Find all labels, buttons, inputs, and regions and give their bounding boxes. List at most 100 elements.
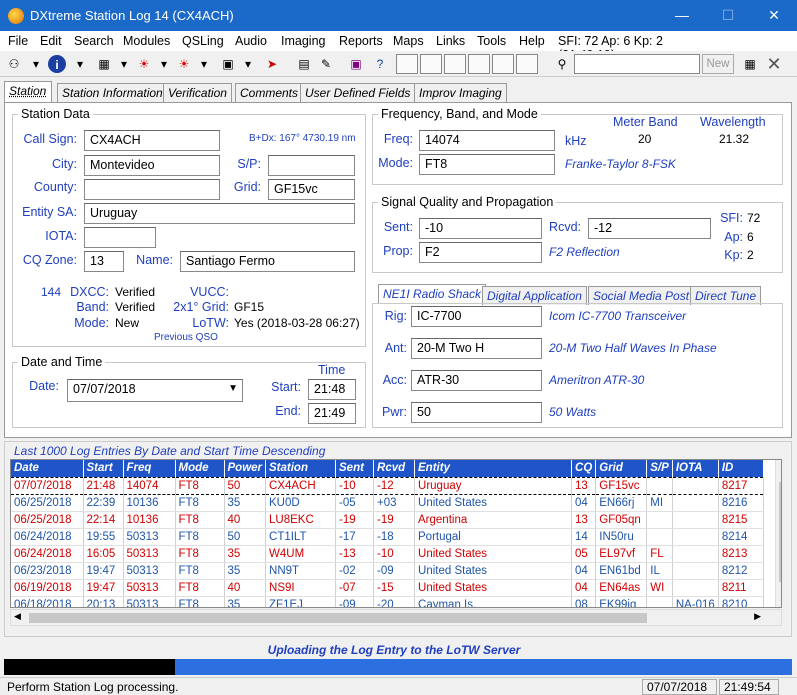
acc-input[interactable]: ATR-30	[411, 370, 542, 391]
grid-input[interactable]: GF15vc	[268, 179, 355, 200]
cq-zone-input[interactable]: 13	[84, 251, 124, 272]
nav-last-icon[interactable]	[468, 54, 490, 74]
col-date[interactable]: Date	[11, 460, 84, 477]
dropdown-arrow-icon[interactable]: ▾	[154, 54, 174, 74]
nav-pause-icon[interactable]	[492, 54, 514, 74]
log-horizontal-scrollbar[interactable]: ◀ ▶	[10, 609, 782, 626]
name-input[interactable]: Santiago Fermo	[180, 251, 355, 272]
tab-station[interactable]: Station	[4, 81, 52, 102]
end-time-input[interactable]: 21:49	[308, 403, 356, 424]
nav-next-icon[interactable]	[444, 54, 466, 74]
menu-maps[interactable]: Maps	[393, 34, 424, 48]
dropdown-arrow-icon[interactable]: ▾	[26, 54, 46, 74]
sp-input[interactable]	[268, 155, 355, 176]
close-button[interactable]: ✕	[751, 0, 797, 31]
tab-station-information[interactable]: Station Information	[57, 83, 168, 102]
rig-input[interactable]: IC-7700	[411, 306, 542, 327]
col-cq[interactable]: CQ	[571, 460, 597, 477]
mode-input[interactable]: FT8	[419, 154, 555, 175]
menu-tools[interactable]: Tools	[477, 34, 506, 48]
note-icon[interactable]: ✎	[316, 54, 336, 74]
ant-input[interactable]: 20-M Two H	[411, 338, 542, 359]
menu-imaging[interactable]: Imaging	[281, 34, 325, 48]
sent-input[interactable]: -10	[419, 218, 542, 239]
menu-audio[interactable]: Audio	[235, 34, 267, 48]
sun-alt-icon[interactable]: ☀	[174, 54, 194, 74]
city-input[interactable]: Montevideo	[84, 155, 220, 176]
tab-comments[interactable]: Comments	[235, 83, 304, 102]
col-sent[interactable]: Sent	[335, 460, 375, 477]
menu-links[interactable]: Links	[436, 34, 465, 48]
start-time-input[interactable]: 21:48	[308, 379, 356, 400]
close-record-icon[interactable]: ✕	[764, 54, 784, 74]
col-rcvd[interactable]: Rcvd	[373, 460, 416, 477]
col-grid[interactable]: Grid	[595, 460, 648, 477]
menu-modules[interactable]: Modules	[123, 34, 170, 48]
entity-input[interactable]: Uruguay	[84, 203, 355, 224]
minimize-button[interactable]: —	[659, 0, 705, 31]
maximize-button[interactable]: ☐	[705, 0, 751, 31]
previous-qso-link[interactable]: Previous QSO	[154, 332, 218, 343]
scroll-thumb[interactable]	[779, 482, 781, 582]
table-row[interactable]: 06/25/2018 22:14 10136 FT8 40 LU8EKC -19 -19 Arg…	[11, 511, 764, 529]
scroll-left-icon[interactable]: ◀	[14, 611, 21, 622]
prop-input[interactable]: F2	[419, 242, 542, 263]
col-power[interactable]: Power	[224, 460, 267, 477]
table-row[interactable]: 07/07/2018 21:48 14074 FT8 50 CX4ACH -10 -12 Uru…	[11, 476, 764, 495]
binoculars-icon[interactable]: ⚇	[4, 54, 24, 74]
help-icon[interactable]: ?	[370, 54, 390, 74]
menu-qsling[interactable]: QSLing	[182, 34, 224, 48]
book-icon[interactable]: ▣	[346, 54, 366, 74]
col-entity[interactable]: Entity	[414, 460, 573, 477]
iota-input[interactable]	[84, 227, 156, 248]
scroll-down-icon[interactable]: ▼	[779, 598, 781, 607]
search-input[interactable]	[574, 54, 700, 74]
table-row[interactable]: 06/25/2018 22:39 10136 FT8 35 KU0D -05 +03 Unite…	[11, 494, 764, 512]
table-row[interactable]: 06/18/2018 20:13 50313 FT8 35 ZF1EJ -09 -20 Caym…	[11, 596, 764, 607]
date-select[interactable]: 07/07/2018 ▼	[67, 379, 243, 402]
nav-first-icon[interactable]	[396, 54, 418, 74]
tab-verification[interactable]: Verification	[163, 83, 232, 102]
log-vertical-scrollbar[interactable]: ▲ ▼	[775, 460, 781, 607]
tab-improv-imaging[interactable]: Improv Imaging	[414, 83, 507, 102]
col-freq[interactable]: Freq	[123, 460, 176, 477]
scroll-right-icon[interactable]: ▶	[754, 611, 761, 622]
dropdown-arrow-icon[interactable]: ▾	[114, 54, 134, 74]
dropdown-arrow-icon[interactable]: ▾	[194, 54, 214, 74]
col-id[interactable]: ID	[718, 460, 764, 477]
rocket-icon[interactable]: ➤	[262, 54, 282, 74]
freq-input[interactable]: 14074	[419, 130, 555, 151]
window-icon[interactable]: ▣	[218, 54, 238, 74]
spreadsheet-icon[interactable]: ▦	[740, 54, 760, 74]
col-station[interactable]: Station	[265, 460, 337, 477]
clipboard-icon[interactable]: ▤	[294, 54, 314, 74]
list-icon[interactable]: ▦	[94, 54, 114, 74]
new-button[interactable]: New	[702, 54, 734, 74]
table-row[interactable]: 06/24/2018 16:05 50313 FT8 35 W4UM -13 -10 Unite…	[11, 545, 764, 563]
sun-icon[interactable]: ☀	[134, 54, 154, 74]
menu-search[interactable]: Search	[74, 34, 114, 48]
pwr-input[interactable]: 50	[411, 402, 542, 423]
dropdown-arrow-icon[interactable]: ▾	[70, 54, 90, 74]
menu-edit[interactable]: Edit	[40, 34, 62, 48]
scroll-up-icon[interactable]: ▲	[779, 460, 781, 470]
menu-file[interactable]: File	[8, 34, 28, 48]
nav-prev-icon[interactable]	[420, 54, 442, 74]
info-icon[interactable]: i	[48, 55, 66, 73]
dropdown-arrow-icon[interactable]: ▾	[238, 54, 258, 74]
tab-radio-shack[interactable]: NE1I Radio Shack	[378, 284, 487, 304]
menu-reports[interactable]: Reports	[339, 34, 383, 48]
table-row[interactable]: 06/23/2018 19:47 50313 FT8 35 NN9T -02 -09 Unite…	[11, 562, 764, 580]
tab-user-defined-fields[interactable]: User Defined Fields	[300, 83, 416, 102]
col-mode[interactable]: Mode	[175, 460, 225, 477]
log-grid[interactable]: Date Start Freq Mode Power Station Sent …	[10, 459, 782, 608]
menu-help[interactable]: Help	[519, 34, 545, 48]
rcvd-input[interactable]: -12	[588, 218, 711, 239]
col-start[interactable]: Start	[83, 460, 124, 477]
table-row[interactable]: 06/24/2018 19:55 50313 FT8 50 CT1ILT -17 -18 Por…	[11, 528, 764, 546]
col-iota[interactable]: IOTA	[672, 460, 719, 477]
table-row[interactable]: 06/19/2018 19:47 50313 FT8 40 NS9I -07 -15 Unite…	[11, 579, 764, 597]
col-sp[interactable]: S/P	[646, 460, 673, 477]
search-icon[interactable]: ⚲	[552, 54, 572, 74]
nav-refresh-icon[interactable]	[516, 54, 538, 74]
